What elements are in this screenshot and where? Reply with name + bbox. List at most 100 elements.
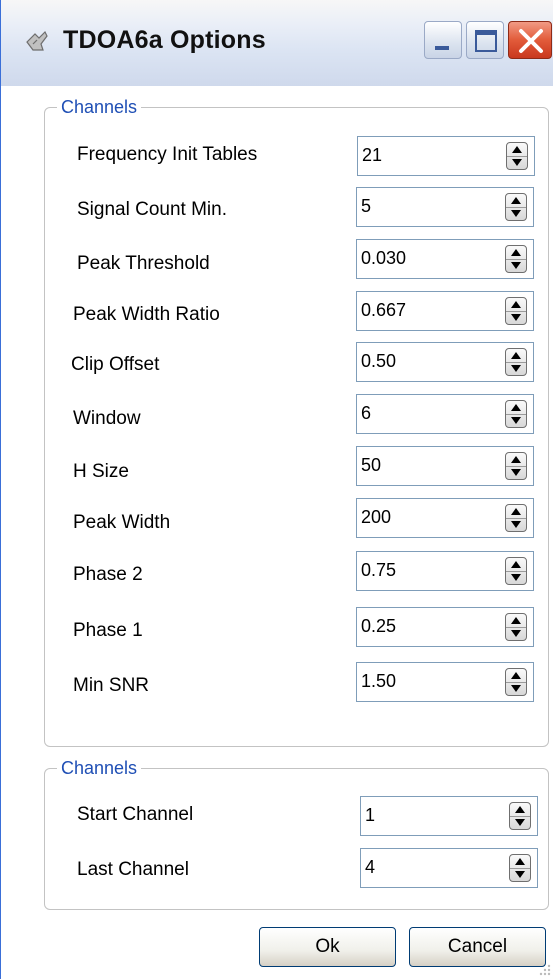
spinner[interactable] xyxy=(505,193,527,221)
group-legend: Channels xyxy=(61,758,138,778)
spin-up-button[interactable] xyxy=(506,194,526,208)
spinner[interactable] xyxy=(505,348,527,376)
label-frequency-init-tables: Frequency Init Tables xyxy=(77,144,258,165)
spin-down-button[interactable] xyxy=(506,682,526,695)
phase-2-input[interactable] xyxy=(359,554,486,586)
last-channel-input[interactable] xyxy=(363,851,490,883)
phase-1-input[interactable] xyxy=(359,610,486,642)
hand-pointer-icon xyxy=(26,30,48,51)
spin-up-button[interactable] xyxy=(506,669,526,683)
cancel-button[interactable]: Cancel xyxy=(409,927,546,967)
spin-down-button[interactable] xyxy=(510,816,530,829)
spin-down-button[interactable] xyxy=(510,868,530,881)
arrow-down-icon xyxy=(511,365,521,372)
peak-threshold-field[interactable] xyxy=(356,239,534,279)
maximize-icon xyxy=(475,30,497,52)
spin-up-button[interactable] xyxy=(510,803,530,817)
spin-up-button[interactable] xyxy=(506,505,526,519)
spinner[interactable] xyxy=(505,613,527,641)
arrow-down-icon xyxy=(511,417,521,424)
clip-offset-field[interactable] xyxy=(356,342,534,382)
peak-width-ratio-field[interactable] xyxy=(356,291,534,331)
spin-up-button[interactable] xyxy=(506,298,526,312)
peak-width-input[interactable] xyxy=(359,501,486,533)
spinner[interactable] xyxy=(505,297,527,325)
spin-up-button[interactable] xyxy=(506,401,526,415)
label-min-snr: Min SNR xyxy=(73,675,150,696)
spin-down-button[interactable] xyxy=(507,156,527,169)
spin-up-button[interactable] xyxy=(506,349,526,363)
frequency-init-tables-input[interactable] xyxy=(360,139,487,171)
spin-up-button[interactable] xyxy=(506,558,526,572)
min-snr-field[interactable] xyxy=(356,662,534,702)
arrow-up-icon xyxy=(511,404,521,411)
label-phase-1: Phase 1 xyxy=(73,620,143,641)
clip-offset-input[interactable] xyxy=(359,345,486,377)
spinner[interactable] xyxy=(505,504,527,532)
window-title: TDOA6a Options xyxy=(63,26,266,54)
spin-up-button[interactable] xyxy=(510,855,530,869)
label-peak-threshold: Peak Threshold xyxy=(77,253,210,274)
arrow-down-icon xyxy=(515,871,525,878)
title-bar[interactable]: TDOA6a Options xyxy=(1,0,553,87)
peak-width-field[interactable] xyxy=(356,498,534,538)
spin-down-button[interactable] xyxy=(506,311,526,324)
h-size-field[interactable] xyxy=(356,446,534,486)
spin-down-button[interactable] xyxy=(506,518,526,531)
arrow-up-icon xyxy=(512,146,522,153)
spinner[interactable] xyxy=(505,557,527,585)
min-snr-input[interactable] xyxy=(359,665,486,697)
spinner[interactable] xyxy=(506,142,528,170)
start-channel-input[interactable] xyxy=(363,799,490,831)
spinner[interactable] xyxy=(509,854,531,882)
spin-down-button[interactable] xyxy=(506,627,526,640)
label-phase-2: Phase 2 xyxy=(73,564,143,585)
spinner[interactable] xyxy=(505,452,527,480)
spinner[interactable] xyxy=(505,245,527,273)
label-window: Window xyxy=(73,408,141,429)
arrow-down-icon xyxy=(512,159,522,166)
arrow-up-icon xyxy=(511,561,521,568)
arrow-up-icon xyxy=(511,508,521,515)
resize-grip-icon[interactable] xyxy=(538,963,552,977)
spin-down-button[interactable] xyxy=(506,207,526,220)
arrow-up-icon xyxy=(511,456,521,463)
frequency-init-tables-field[interactable] xyxy=(357,136,535,176)
spin-down-button[interactable] xyxy=(506,571,526,584)
spin-down-button[interactable] xyxy=(506,259,526,272)
dialog-body: Channels Channels Frequency Init Tables … xyxy=(1,86,553,979)
minimize-button[interactable] xyxy=(424,21,462,59)
window-input[interactable] xyxy=(359,397,486,429)
options-dialog: TDOA6a Options Channels Channels Frequen… xyxy=(0,0,553,979)
arrow-up-icon xyxy=(511,617,521,624)
signal-count-min-input[interactable] xyxy=(359,190,486,222)
peak-threshold-input[interactable] xyxy=(359,242,486,274)
arrow-up-icon xyxy=(511,249,521,256)
ok-button[interactable]: Ok xyxy=(259,927,396,967)
start-channel-field[interactable] xyxy=(360,796,538,836)
spin-up-button[interactable] xyxy=(507,143,527,157)
spinner[interactable] xyxy=(505,668,527,696)
spin-up-button[interactable] xyxy=(506,453,526,467)
maximize-button[interactable] xyxy=(466,21,504,59)
spinner[interactable] xyxy=(509,802,531,830)
spin-down-button[interactable] xyxy=(506,362,526,375)
spin-down-button[interactable] xyxy=(506,414,526,427)
spin-down-button[interactable] xyxy=(506,466,526,479)
h-size-input[interactable] xyxy=(359,449,486,481)
arrow-down-icon xyxy=(511,521,521,528)
arrow-up-icon xyxy=(515,858,525,865)
close-button[interactable] xyxy=(508,21,552,59)
spin-up-button[interactable] xyxy=(506,246,526,260)
phase-1-field[interactable] xyxy=(356,607,534,647)
arrow-up-icon xyxy=(511,197,521,204)
window-field[interactable] xyxy=(356,394,534,434)
peak-width-ratio-input[interactable] xyxy=(359,294,486,326)
arrow-up-icon xyxy=(511,672,521,679)
arrow-down-icon xyxy=(511,630,521,637)
phase-2-field[interactable] xyxy=(356,551,534,591)
signal-count-min-field[interactable] xyxy=(356,187,534,227)
spinner[interactable] xyxy=(505,400,527,428)
last-channel-field[interactable] xyxy=(360,848,538,888)
spin-up-button[interactable] xyxy=(506,614,526,628)
